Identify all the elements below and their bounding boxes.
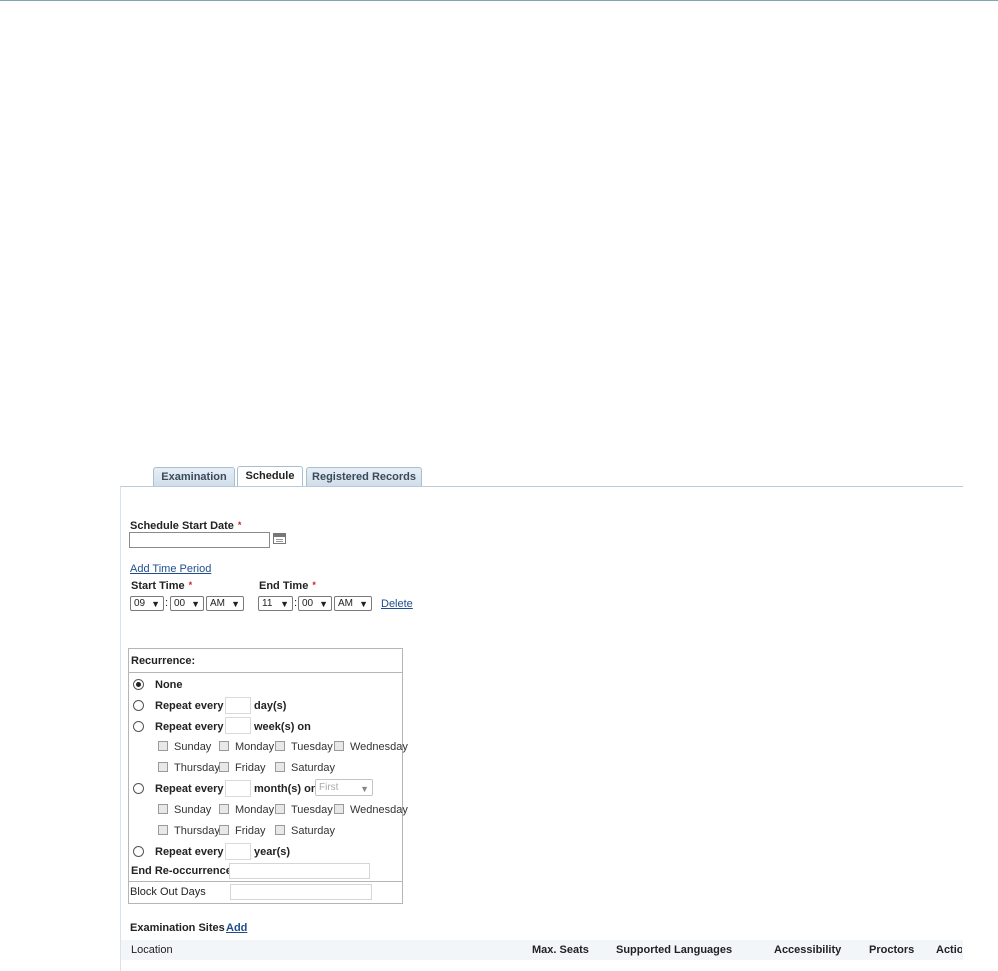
monthly-saturday-checkbox[interactable] bbox=[275, 825, 285, 835]
weekday-label: Thursday bbox=[174, 825, 220, 837]
time-separator: : bbox=[294, 597, 298, 609]
weekday-label: Friday bbox=[235, 825, 266, 837]
years-unit-label: year(s) bbox=[254, 846, 291, 858]
recurrence-monthly-radio[interactable] bbox=[133, 783, 144, 794]
recurrence-weekly-radio[interactable] bbox=[133, 721, 144, 732]
monthly-wednesday-checkbox[interactable] bbox=[334, 804, 344, 814]
schedule-start-date-label: Schedule Start Date * bbox=[130, 520, 242, 532]
recurrence-none-label: None bbox=[155, 679, 183, 691]
end-reoccurrence-input[interactable] bbox=[229, 863, 370, 879]
block-out-days-label: Block Out Days bbox=[130, 886, 206, 898]
top-border bbox=[0, 0, 998, 1]
chevron-down-icon: ▼ bbox=[191, 599, 200, 609]
weekly-tuesday-checkbox[interactable] bbox=[275, 741, 285, 751]
tab-schedule[interactable]: Schedule bbox=[237, 466, 303, 487]
recurrence-title: Recurrence: bbox=[131, 655, 196, 667]
add-time-period-link[interactable]: Add Time Period bbox=[130, 563, 211, 575]
start-ampm-select[interactable]: AM ▼ bbox=[206, 596, 244, 611]
start-time-label: Start Time * bbox=[131, 580, 193, 592]
recurrence-yearly-radio[interactable] bbox=[133, 846, 144, 857]
tab-examination[interactable]: Examination bbox=[153, 467, 235, 487]
weekly-wednesday-checkbox[interactable] bbox=[334, 741, 344, 751]
end-time-label: End Time * bbox=[259, 580, 316, 592]
column-header-proctors[interactable]: Proctors bbox=[869, 944, 914, 956]
column-header-max-seats[interactable]: Max. Seats bbox=[532, 944, 589, 956]
examination-sites-title: Examination Sites bbox=[130, 922, 225, 934]
block-out-days-input[interactable] bbox=[230, 884, 372, 900]
weekly-thursday-checkbox[interactable] bbox=[158, 762, 168, 772]
weekday-label: Friday bbox=[235, 762, 266, 774]
weekday-label: Wednesday bbox=[350, 804, 408, 816]
column-header-location[interactable]: Location bbox=[131, 944, 173, 956]
monthly-friday-checkbox[interactable] bbox=[219, 825, 229, 835]
chevron-down-icon: ▼ bbox=[359, 599, 368, 609]
chevron-down-icon: ▼ bbox=[360, 784, 369, 794]
calendar-icon[interactable] bbox=[273, 533, 286, 544]
monthly-tuesday-checkbox[interactable] bbox=[275, 804, 285, 814]
time-separator: : bbox=[165, 597, 169, 609]
years-count-input[interactable] bbox=[225, 843, 251, 860]
schedule-start-date-input[interactable] bbox=[129, 532, 270, 548]
recurrence-none-radio[interactable] bbox=[133, 679, 144, 690]
weekday-label: Sunday bbox=[174, 804, 212, 816]
months-count-input[interactable] bbox=[225, 780, 251, 797]
repeat-every-label: Repeat every bbox=[155, 846, 224, 858]
delete-time-period-link[interactable]: Delete bbox=[381, 598, 413, 610]
end-minute-select[interactable]: 00 ▼ bbox=[298, 596, 332, 611]
weekly-monday-checkbox[interactable] bbox=[219, 741, 229, 751]
weekday-label: Monday bbox=[235, 741, 275, 753]
weekly-friday-checkbox[interactable] bbox=[219, 762, 229, 772]
start-minute-select[interactable]: 00 ▼ bbox=[170, 596, 204, 611]
chevron-down-icon: ▼ bbox=[231, 599, 240, 609]
chevron-down-icon: ▼ bbox=[151, 599, 160, 609]
weekday-label: Saturday bbox=[291, 825, 336, 837]
chevron-down-icon: ▼ bbox=[319, 599, 328, 609]
repeat-every-label: Repeat every bbox=[155, 783, 224, 795]
start-hour-select[interactable]: 09 ▼ bbox=[130, 596, 164, 611]
monthly-thursday-checkbox[interactable] bbox=[158, 825, 168, 835]
column-header-actions[interactable]: Actio bbox=[936, 944, 962, 956]
monthly-monday-checkbox[interactable] bbox=[219, 804, 229, 814]
weeks-unit-label: week(s) on bbox=[254, 721, 311, 733]
column-header-supported-languages[interactable]: Supported Languages bbox=[616, 944, 732, 956]
days-count-input[interactable] bbox=[225, 697, 251, 714]
end-ampm-select[interactable]: AM ▼ bbox=[334, 596, 372, 611]
month-occurrence-select[interactable]: First ▼ bbox=[315, 779, 373, 796]
weekday-label: Tuesday bbox=[291, 804, 333, 816]
weekday-label: Wednesday bbox=[350, 741, 408, 753]
weekday-label: Saturday bbox=[291, 762, 336, 774]
tab-registered-records[interactable]: Registered Records bbox=[306, 467, 422, 487]
column-header-accessibility[interactable]: Accessibility bbox=[774, 944, 841, 956]
days-unit-label: day(s) bbox=[254, 700, 287, 712]
recurrence-daily-radio[interactable] bbox=[133, 700, 144, 711]
weekday-label: Thursday bbox=[174, 762, 220, 774]
weekday-label: Monday bbox=[235, 804, 275, 816]
end-hour-select[interactable]: 11 ▼ bbox=[258, 596, 293, 611]
monthly-sunday-checkbox[interactable] bbox=[158, 804, 168, 814]
repeat-every-label: Repeat every bbox=[155, 721, 224, 733]
weekly-saturday-checkbox[interactable] bbox=[275, 762, 285, 772]
weekday-label: Sunday bbox=[174, 741, 212, 753]
weeks-count-input[interactable] bbox=[225, 717, 251, 734]
weekday-label: Tuesday bbox=[291, 741, 333, 753]
add-examination-site-link[interactable]: Add bbox=[226, 922, 247, 934]
end-reoccurrence-label: End Re-occurrence bbox=[131, 865, 232, 877]
repeat-every-label: Repeat every bbox=[155, 700, 224, 712]
months-unit-label: month(s) on bbox=[254, 783, 318, 795]
weekly-sunday-checkbox[interactable] bbox=[158, 741, 168, 751]
chevron-down-icon: ▼ bbox=[280, 599, 289, 609]
